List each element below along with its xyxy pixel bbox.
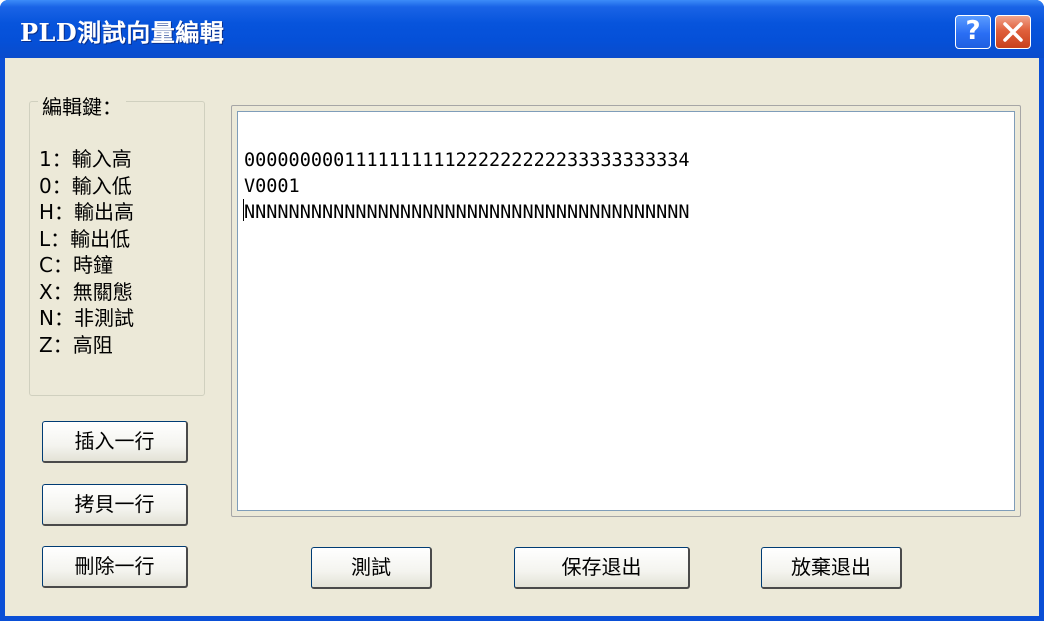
key-legend-item: N：非測試 [39,306,134,330]
key-legend-item: 1：輸入高 [39,147,132,171]
window-title: PLD測試向量編輯 [20,18,225,47]
edit-keys-list: 1：輸入高 0：輸入低 H：輸出高 L：輸出低 C：時鐘 X：無關態 N：非測試… [39,146,134,358]
editor-line: NNNNNNNNNNNNNNNNNNNNNNNNNNNNNNNNNNNNNNNN [244,202,690,223]
key-legend-item: L：輸出低 [39,226,131,251]
key-legend-item: C：時鐘 [39,253,113,277]
abandon-exit-button[interactable]: 放棄退出 [761,547,902,589]
edit-keys-title: 編輯鍵： [38,91,126,120]
close-button[interactable] [995,15,1031,49]
editor-line: 0000000001111111111222222222233333333334 [244,150,690,171]
close-icon [1003,22,1023,42]
key-legend-item: 0：輸入低 [39,173,132,198]
editor-line: V0001 [244,176,300,197]
editor-content: 0000000001111111111222222222233333333334… [244,148,690,226]
text-caret [243,199,244,221]
test-button[interactable]: 測試 [311,547,432,589]
dialog-window: PLD測試向量編輯 ? 編輯鍵： 1：輸入高 0：輸入低 H：輸出高 L：輸出低… [0,0,1044,621]
title-bar[interactable]: PLD測試向量編輯 ? [0,0,1044,58]
help-button[interactable]: ? [955,15,991,49]
vector-editor-textarea[interactable]: 0000000001111111111222222222233333333334… [237,111,1015,511]
question-mark-icon: ? [965,16,981,46]
key-legend-item: H：輸出高 [39,200,135,224]
key-legend-item: Z：高阻 [39,332,113,357]
insert-line-button[interactable]: 插入一行 [42,421,188,463]
save-exit-button[interactable]: 保存退出 [514,547,690,589]
delete-line-button[interactable]: 刪除一行 [42,546,188,588]
key-legend-item: X：無關態 [39,279,133,304]
copy-line-button[interactable]: 拷貝一行 [42,484,188,526]
dialog-client-area: 編輯鍵： 1：輸入高 0：輸入低 H：輸出高 L：輸出低 C：時鐘 X：無關態 … [5,58,1039,616]
